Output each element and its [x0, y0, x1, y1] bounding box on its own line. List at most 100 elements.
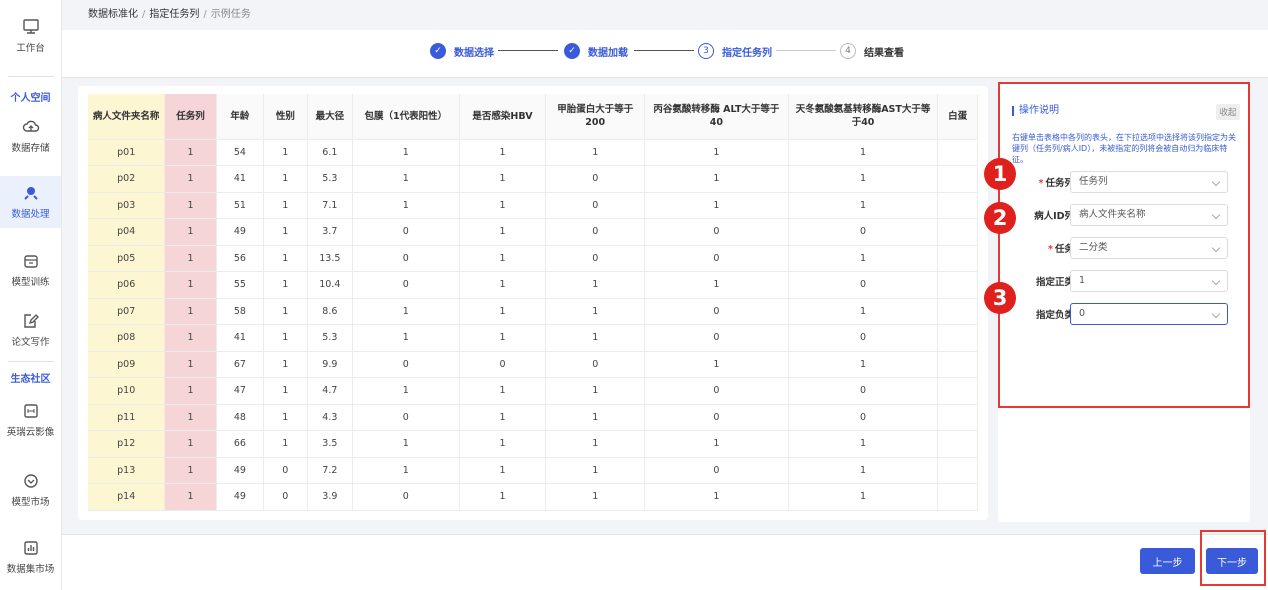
nav-dataset-market[interactable]: 数据集市场 [0, 531, 61, 583]
task-column-select[interactable]: 任务列 [1070, 171, 1228, 193]
column-header[interactable]: 年龄 [216, 94, 265, 140]
table-row: p03 1 51 1 7.1 1 1 0 1 1 [88, 192, 978, 219]
table-cell: 0 [352, 245, 460, 272]
annotation-badge-2: 2 [984, 202, 1016, 234]
table-cell: 5.3 [307, 165, 354, 193]
table-cell: 9.9 [307, 351, 354, 378]
nav-data-processing[interactable]: 数据处理 [0, 176, 61, 228]
table-cell: 0 [545, 192, 646, 219]
table-cell: 56 [216, 245, 265, 272]
section-ecosystem: 生态社区 [10, 374, 51, 385]
table-cell: 0 [545, 165, 646, 193]
negative-class-select[interactable]: 0 [1070, 303, 1228, 325]
table-row: p10 1 47 1 4.7 1 1 1 0 0 [88, 377, 978, 405]
breadcrumb-item[interactable]: 数据标准化 [88, 9, 138, 20]
table-cell [937, 483, 978, 511]
nav-model-market[interactable]: 模型市场 [0, 464, 61, 516]
table-row: p11 1 48 1 4.3 0 1 1 0 0 [88, 404, 978, 431]
chevron-down-icon [1211, 177, 1221, 187]
column-header[interactable]: 病人文件夹名称 [88, 94, 166, 140]
table-cell: 1 [459, 165, 547, 193]
table-header-row: 病人文件夹名称 任务列 年龄 性别 最大径 包膜（1代表阳性） 是否感染HBV 甲胎蛋白大于等… [88, 94, 978, 140]
table-cell: 1 [545, 298, 646, 325]
table-cell: 1 [788, 483, 939, 511]
table-cell: 0 [644, 404, 789, 431]
column-header[interactable]: 任务列 [164, 94, 217, 140]
column-header[interactable]: 是否感染HBV [459, 94, 547, 140]
nav-workbench[interactable]: 工作台 [0, 10, 61, 62]
table-cell [937, 324, 978, 352]
table-cell: 5.3 [307, 324, 354, 352]
table-cell: 10.4 [307, 271, 354, 299]
nav-label: 数据处理 [11, 209, 50, 220]
table-row: p01 1 54 1 6.1 1 1 1 1 1 [88, 139, 978, 166]
table-cell: p14 [88, 483, 166, 511]
table-cell: 48 [216, 404, 265, 431]
step-label: 结果查看 [864, 47, 904, 59]
nav-paper-writing[interactable]: 论文写作 [0, 304, 61, 356]
table-cell: 1 [459, 271, 547, 299]
table-cell: 0 [644, 457, 789, 484]
column-header[interactable]: 白蛋 [937, 94, 978, 140]
table-cell [937, 457, 978, 484]
table-cell: 1 [459, 245, 547, 272]
table-cell: 1 [545, 377, 646, 405]
table-cell: 0 [545, 351, 646, 378]
task-type-select[interactable]: 二分类 [1070, 237, 1228, 259]
step-data-loading: ✓ 数据加载 [564, 42, 628, 60]
table-cell: 1 [788, 165, 939, 193]
bar-chart-icon [22, 539, 40, 557]
table-cell: 0 [788, 377, 939, 405]
positive-class-select[interactable]: 1 [1070, 270, 1228, 292]
table-cell: 0 [352, 351, 460, 378]
table-cell: p05 [88, 245, 166, 272]
nav-data-storage[interactable]: 数据存储 [0, 110, 61, 162]
table-cell [937, 218, 978, 246]
column-header[interactable]: 丙谷氨酸转移酶 ALT大于等于40 [644, 94, 789, 140]
table-cell: 1 [545, 139, 646, 166]
table-cell [937, 298, 978, 325]
check-icon: ✓ [564, 43, 580, 59]
table-cell: p10 [88, 377, 166, 405]
nav-model-training[interactable]: 模型训练 [0, 244, 61, 296]
table-cell: 4.7 [307, 377, 354, 405]
panel-title: 操作说明 [1012, 106, 1059, 116]
table-cell: 1 [352, 192, 460, 219]
table-cell: 1 [164, 430, 217, 458]
table-cell: 7.2 [307, 457, 354, 484]
column-header[interactable]: 性别 [263, 94, 308, 140]
table-cell: 54 [216, 139, 265, 166]
step-data-selection: ✓ 数据选择 [430, 42, 494, 60]
table-cell: 3.5 [307, 430, 354, 458]
prev-step-button[interactable]: 上一步 [1140, 548, 1195, 574]
table-cell: 0 [263, 483, 308, 511]
table-cell: 0 [545, 218, 646, 246]
table-cell: 1 [788, 351, 939, 378]
annotation-badge-1: 1 [984, 158, 1016, 190]
table-cell: 1 [459, 298, 547, 325]
table-cell: 1 [352, 298, 460, 325]
table-cell: 1 [459, 192, 547, 219]
table-cell: 0 [644, 218, 789, 246]
monitor-icon [22, 18, 40, 36]
check-icon: ✓ [430, 43, 446, 59]
table-cell: 1 [644, 351, 789, 378]
table-cell: 41 [216, 324, 265, 352]
patient-id-select[interactable]: 病人文件夹名称 [1070, 204, 1228, 226]
nav-yingrui-imaging[interactable]: 英瑞云影像 [0, 394, 61, 446]
column-header[interactable]: 天冬氨酸氨基转移酶AST大于等于40 [788, 94, 939, 140]
breadcrumb-item[interactable]: 指定任务列 [149, 9, 199, 20]
column-header[interactable]: 最大径 [307, 94, 354, 140]
table-cell: 49 [216, 483, 265, 511]
table-cell: 1 [644, 430, 789, 458]
field-label: 病人ID列 [1034, 211, 1074, 222]
next-step-button[interactable]: 下一步 [1206, 548, 1258, 574]
table-cell: 1 [164, 324, 217, 352]
footer-bar [62, 534, 1268, 590]
column-header[interactable]: 甲胎蛋白大于等于200 [545, 94, 646, 140]
collapse-button[interactable]: 收起 [1216, 104, 1240, 120]
nav-divider [8, 361, 54, 362]
column-header[interactable]: 包膜（1代表阳性） [352, 94, 460, 140]
table-scroll-area[interactable]: 病人文件夹名称 任务列 年龄 性别 最大径 包膜（1代表阳性） 是否感染HBV 甲胎蛋白大于等… [88, 94, 978, 520]
step-number: 3 [698, 43, 714, 59]
